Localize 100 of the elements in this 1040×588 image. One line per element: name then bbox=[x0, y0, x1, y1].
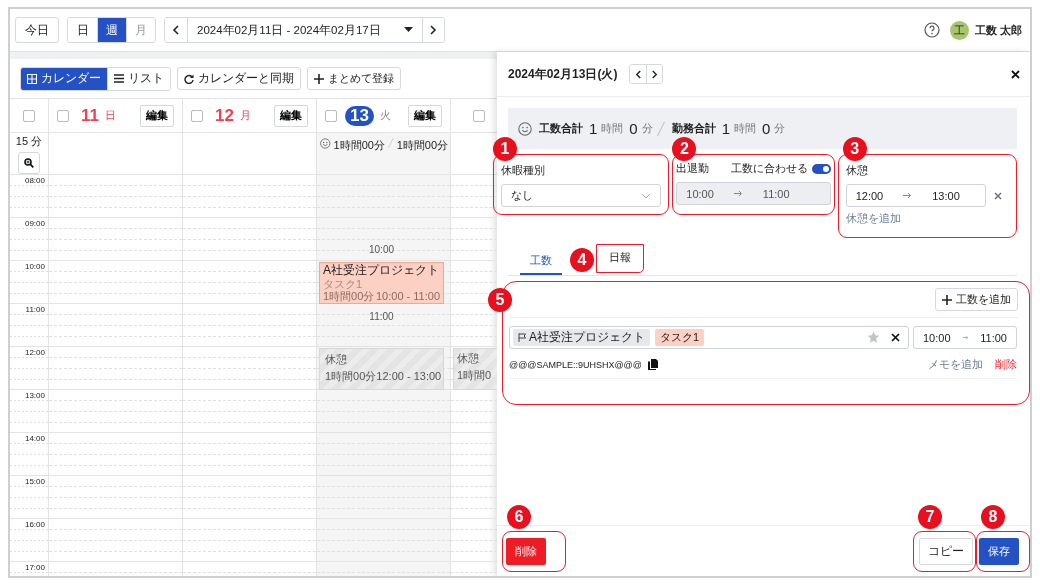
user-name: 工数 太郎 bbox=[974, 22, 1022, 38]
minute-unit: 分 bbox=[641, 121, 653, 136]
minute-unit: 分 bbox=[774, 121, 786, 136]
plus-icon bbox=[314, 73, 324, 84]
event-title: 休憩 bbox=[325, 353, 348, 366]
panel-tab[interactable]: 工数 bbox=[520, 248, 562, 275]
work-total: 1時間00分 bbox=[333, 138, 385, 153]
star-icon[interactable] bbox=[867, 331, 880, 344]
arrow-right-icon bbox=[962, 334, 969, 341]
edit-button[interactable]: 編集 bbox=[408, 104, 442, 127]
copy-button[interactable]: コピー bbox=[919, 537, 973, 565]
zoom-button[interactable] bbox=[18, 151, 40, 174]
view-mode-tab[interactable]: カレンダー bbox=[21, 67, 107, 90]
end-time-marker: 11:00 bbox=[368, 310, 395, 322]
event-duration: 1時間00分 bbox=[325, 369, 377, 383]
event-duration: 1時間00分 bbox=[323, 290, 375, 304]
event-time: 12:00 - 13:00 bbox=[376, 369, 442, 383]
entry-code: @@@SAMPLE::9UHSHX@@@ bbox=[509, 359, 642, 370]
smiley-icon bbox=[518, 121, 532, 136]
number-badge: 2 bbox=[672, 137, 697, 161]
smiley-icon bbox=[320, 138, 331, 149]
scale-label: 15 分 bbox=[15, 133, 43, 149]
total-hours: 1 bbox=[721, 120, 731, 137]
number-badge: 8 bbox=[981, 504, 1005, 529]
user-avatar[interactable]: 工 bbox=[949, 20, 969, 40]
add-memo-link[interactable]: メモを追加 bbox=[928, 357, 983, 372]
caret-icon bbox=[403, 27, 413, 33]
weekday-label: 日 bbox=[105, 108, 116, 123]
number-badge: 6 bbox=[507, 504, 531, 529]
weekday-label: 火 bbox=[379, 108, 391, 123]
attendance-total: 1時間00分 bbox=[396, 138, 448, 153]
task-tag: タスク1 bbox=[655, 329, 705, 346]
hour-label: 14:00 bbox=[22, 434, 45, 443]
chevron-left-icon bbox=[172, 25, 180, 35]
copy-icon[interactable] bbox=[647, 359, 658, 370]
chevron-right-icon bbox=[651, 69, 659, 79]
number-badge: 5 bbox=[488, 288, 512, 312]
hour-unit: 時間 bbox=[734, 121, 757, 136]
checkbox[interactable] bbox=[191, 109, 203, 122]
view-tab[interactable]: 週 bbox=[97, 18, 126, 42]
break-event[interactable]: 休憩 1時間0 bbox=[453, 348, 497, 390]
slash-divider bbox=[656, 121, 665, 136]
remove-icon[interactable] bbox=[891, 333, 900, 342]
delete-link[interactable]: 削除 bbox=[995, 357, 1017, 372]
flag-icon bbox=[518, 333, 527, 342]
checkbox[interactable] bbox=[473, 109, 485, 122]
day-number: 13 bbox=[345, 105, 374, 126]
total-label: 勤務合計 bbox=[671, 121, 716, 136]
break-time-field[interactable]: 12:00 13:00 bbox=[845, 184, 986, 207]
total-minutes: 0 bbox=[629, 120, 638, 137]
leave-type-label: 休暇種別 bbox=[501, 163, 546, 178]
next-button[interactable] bbox=[421, 18, 444, 42]
leave-type-select[interactable]: なし bbox=[501, 184, 662, 207]
total-label: 工数合計 bbox=[539, 121, 583, 136]
checkbox[interactable] bbox=[23, 109, 35, 122]
hour-label: 13:00 bbox=[22, 391, 45, 400]
view-mode-tab[interactable]: リスト bbox=[107, 67, 170, 90]
panel-tab[interactable]: 日報 bbox=[597, 245, 643, 272]
hour-label: 12:00 bbox=[22, 348, 45, 357]
sync-toggle[interactable] bbox=[811, 163, 831, 174]
plus-icon bbox=[942, 294, 952, 305]
hour-label: 09:00 bbox=[22, 219, 45, 228]
today-button[interactable]: 今日 bbox=[15, 17, 59, 43]
close-icon[interactable] bbox=[1011, 69, 1020, 79]
checkbox[interactable] bbox=[57, 109, 69, 122]
entry-time-field[interactable]: 10:00 11:00 bbox=[913, 326, 1017, 349]
grid-icon bbox=[27, 73, 37, 84]
delete-button[interactable]: 削除 bbox=[506, 537, 546, 565]
sync-button[interactable]: カレンダーと同期 bbox=[177, 67, 301, 90]
arrow-right-icon bbox=[903, 192, 913, 199]
start-time-marker: 10:00 bbox=[368, 244, 395, 256]
number-badge: 1 bbox=[493, 137, 517, 161]
bulk-register-button[interactable]: まとめて登録 bbox=[307, 67, 401, 90]
edit-button[interactable]: 編集 bbox=[140, 104, 174, 127]
add-break-link[interactable]: 休憩を追加 bbox=[845, 211, 1009, 226]
hour-label: 15:00 bbox=[22, 477, 45, 486]
attendance-time-field[interactable]: 10:00 11:00 bbox=[676, 182, 831, 205]
arrow-right-icon bbox=[733, 190, 743, 197]
chevron-left-icon bbox=[634, 69, 642, 79]
project-tag: A社受注プロジェクト bbox=[513, 329, 650, 346]
total-hours: 1 bbox=[589, 120, 598, 137]
save-button[interactable]: 保存 bbox=[979, 537, 1019, 565]
hour-label: 16:00 bbox=[22, 520, 45, 529]
hour-label: 11:00 bbox=[23, 305, 45, 314]
total-minutes: 0 bbox=[762, 120, 771, 137]
slash-divider bbox=[387, 138, 394, 148]
edit-button[interactable]: 編集 bbox=[274, 104, 308, 127]
chevron-down-icon bbox=[641, 192, 652, 199]
next-day-button[interactable] bbox=[646, 65, 663, 83]
day-number: 11 bbox=[81, 105, 99, 126]
break-event[interactable]: 休憩 1時間00分12:00 - 13:00 bbox=[319, 348, 444, 390]
list-icon bbox=[114, 74, 124, 83]
day-number: 12 bbox=[215, 105, 234, 126]
help-icon[interactable] bbox=[923, 22, 940, 38]
add-effort-button[interactable]: 工数を追加 bbox=[935, 288, 1018, 311]
event-time: 10:00 - 11:00 bbox=[376, 290, 440, 304]
hour-label: 10:00 bbox=[22, 262, 45, 271]
checkbox[interactable] bbox=[325, 109, 337, 122]
event-duration: 1時間0 bbox=[457, 368, 492, 382]
project-task-field[interactable]: A社受注プロジェクト タスク1 bbox=[509, 326, 909, 349]
